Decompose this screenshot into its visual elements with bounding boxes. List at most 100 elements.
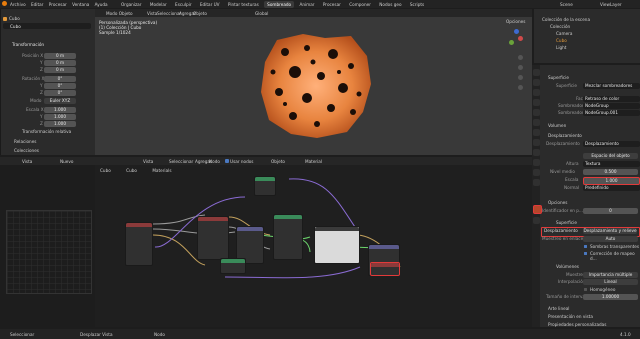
scale-z-field[interactable]: 1.000 (44, 121, 76, 127)
options-section-title[interactable]: Opciones (548, 200, 567, 205)
blender-logo-icon[interactable] (2, 1, 7, 6)
menu-file[interactable]: Archivo (10, 2, 26, 7)
view-layer-selector[interactable]: ViewLayer (600, 2, 622, 7)
collections-section[interactable]: Colecciones (14, 148, 39, 153)
line-art-section[interactable]: Arte lineal (548, 306, 569, 311)
position-z-field[interactable]: 0 m (44, 67, 76, 73)
texture-tab-icon[interactable] (532, 217, 540, 224)
step-size-field[interactable]: 1.00000 (583, 294, 638, 300)
pass-index-field[interactable]: 0 (583, 208, 638, 214)
bump-fix-checkbox[interactable] (584, 252, 587, 255)
tab-organizar[interactable]: Organizar (118, 1, 144, 8)
scale-field[interactable]: 1.000 (583, 177, 640, 185)
gizmo-x-icon[interactable] (518, 36, 523, 41)
tool-tab-icon[interactable] (532, 69, 540, 76)
relations-section[interactable]: Relaciones (14, 139, 36, 144)
viewport-menu-view[interactable]: Vista (147, 11, 157, 16)
zoom-icon[interactable] (518, 55, 523, 60)
viewport-menu-object[interactable]: Objeto (193, 11, 207, 16)
position-x-field[interactable]: 0 m (44, 53, 76, 59)
node-texture-coordinate[interactable] (125, 222, 153, 266)
tab-componer[interactable]: Componer (346, 1, 374, 8)
physics-tab-icon[interactable] (532, 159, 540, 166)
preview-new-button[interactable]: Nuevo (60, 159, 73, 164)
rotation-z-field[interactable]: 0° (44, 90, 76, 96)
gizmo-y-icon[interactable] (509, 40, 514, 45)
tab-modelar[interactable]: Modelar (147, 1, 170, 8)
viewport-display-section[interactable]: Presentación en vista (548, 314, 593, 319)
delta-transform-section[interactable]: Transformación relativa (22, 129, 71, 134)
space-select[interactable]: Espacio del objeto (583, 153, 638, 159)
rendered-lava-object[interactable] (255, 32, 375, 140)
particles-tab-icon[interactable] (532, 149, 540, 156)
node-group-lower[interactable] (220, 258, 246, 274)
surface-options-title[interactable]: Superficie (556, 220, 577, 225)
scene-selector[interactable]: Scene (560, 2, 573, 7)
view-layer-tab-icon[interactable] (532, 99, 540, 106)
gizmo-z-icon[interactable] (514, 29, 519, 34)
navigation-gizmo[interactable] (506, 28, 526, 48)
object-tab-icon[interactable] (532, 129, 540, 136)
camera-view-icon[interactable] (518, 75, 523, 80)
outliner-item-camera[interactable]: Camera (556, 31, 572, 36)
interpolation-select[interactable]: Lineal (583, 279, 638, 285)
node-frame-top[interactable] (254, 176, 276, 196)
data-tab-icon[interactable] (532, 179, 540, 186)
perspective-toggle-icon[interactable] (518, 85, 523, 90)
rotation-x-field[interactable]: 0° (44, 76, 76, 82)
menu-render[interactable]: Procesar (49, 2, 67, 7)
volumes-section-title[interactable]: Volúmenes (556, 264, 579, 269)
volume-sampling-select[interactable]: Importancia múltiple (583, 272, 638, 278)
material-tab-icon[interactable] (532, 205, 542, 214)
tab-pintar-texturas[interactable]: Pintar texturas (225, 1, 262, 8)
homogeneous-checkbox[interactable] (584, 288, 587, 291)
displacement-section-title[interactable]: Desplazamiento (548, 133, 582, 138)
rotation-y-field[interactable]: 0° (44, 83, 76, 89)
render-tab-icon[interactable] (532, 79, 540, 86)
pan-icon[interactable] (518, 65, 523, 70)
midlevel-field[interactable]: 0.500 (583, 169, 638, 175)
scene-tab-icon[interactable] (532, 109, 540, 116)
outliner-item-cube[interactable]: Cubo (556, 38, 567, 43)
surface-section-title[interactable]: Superficie (548, 75, 569, 80)
output-tab-icon[interactable] (532, 89, 540, 96)
scale-x-field[interactable]: 1.000 (44, 107, 76, 113)
tab-scripts[interactable]: Scripts (407, 1, 427, 8)
outliner-item-light[interactable]: Light (556, 45, 566, 50)
viewport-mode-select[interactable]: Modo Objeto (106, 11, 133, 16)
tab-procesar[interactable]: Procesar (320, 1, 344, 8)
fac-input[interactable]: Retraso de color (583, 96, 640, 102)
menu-help[interactable]: Ayuda (95, 2, 108, 7)
displacement-method-select[interactable]: Desplazamiento y relieve (583, 228, 637, 234)
transform-section-title[interactable]: Transformación (12, 42, 44, 47)
shader1-input[interactable]: NodeGroup (583, 103, 640, 109)
height-input[interactable]: Textura (583, 161, 640, 167)
menu-edit[interactable]: Editar (31, 2, 43, 7)
tab-animar[interactable]: Animar (296, 1, 317, 8)
custom-properties-section[interactable]: Propiedades personalizadas (548, 322, 606, 327)
preview-menu-view[interactable]: Vista (22, 159, 32, 164)
viewport-options[interactable]: Opciones (506, 19, 525, 24)
tab-esculpir[interactable]: Esculpir (172, 1, 195, 8)
node-material-output-preview[interactable] (314, 226, 360, 264)
rotation-mode-select[interactable]: Euler XYZ (44, 98, 76, 104)
modifier-tab-icon[interactable] (532, 139, 540, 146)
displacement-input[interactable]: Desplazamiento (583, 141, 640, 147)
constraints-tab-icon[interactable] (532, 169, 540, 176)
position-y-field[interactable]: 0 m (44, 60, 76, 66)
world-tab-icon[interactable] (532, 119, 540, 126)
node-material-output[interactable] (370, 262, 400, 276)
tab-nodos-geo[interactable]: Nodos geo (376, 1, 404, 8)
menu-window[interactable]: Ventana (72, 2, 89, 7)
image-preview-area[interactable] (6, 210, 92, 294)
transparent-shadows-checkbox[interactable] (584, 245, 587, 248)
node-mix-group[interactable] (273, 214, 303, 260)
outliner-item-collection[interactable]: Colección (550, 24, 570, 29)
normal-input[interactable]: Predefinido (583, 185, 640, 191)
node-noise-texture[interactable] (197, 216, 229, 260)
light-sampling-select[interactable]: Auto (583, 236, 638, 242)
transform-orientation-select[interactable]: Global (255, 11, 268, 16)
shader2-input[interactable]: NodeGroup.001 (583, 110, 640, 116)
tab-sombreado[interactable]: Sombreado (264, 0, 295, 8)
scale-y-field[interactable]: 1.000 (44, 114, 76, 120)
